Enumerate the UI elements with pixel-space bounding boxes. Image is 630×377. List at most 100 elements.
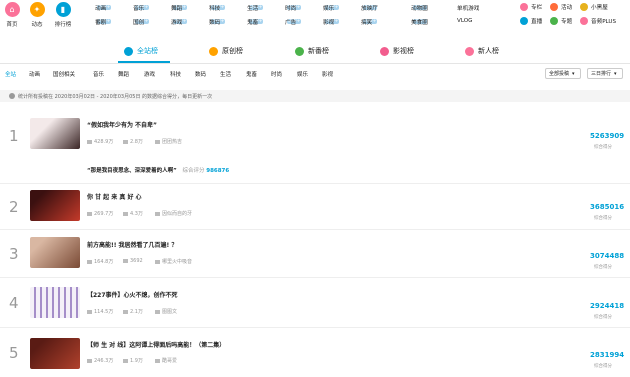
notice-text: 统计所有投稿在 2020年03月02日 - 2020年03月05日 的数据综合得… (18, 93, 213, 100)
video-title[interactable]: “假如我年少有为 不自卑” (87, 120, 157, 129)
score-value: 2831994 (590, 351, 625, 359)
category-filter-bar: 全站 动画 国创相关 音乐 舞蹈 游戏 科技 数码 生活 鬼畜 时尚 娱乐 影视… (0, 68, 630, 82)
nav-link-guochuang[interactable]: 国创 999+ (133, 18, 150, 26)
play-count-icon (87, 139, 92, 144)
nav-ranking[interactable]: ▮ 排行榜 (52, 2, 74, 28)
nav-link-ads[interactable]: 广告 999+ (285, 18, 302, 26)
video-thumbnail[interactable] (30, 118, 80, 149)
nav-link-fashion[interactable]: 时尚 999+ (285, 4, 302, 12)
score-value: 3074488 (590, 252, 625, 260)
link-column[interactable]: 专栏 (520, 3, 542, 11)
tab-original[interactable]: 原创榜 (209, 46, 243, 56)
cat-game[interactable]: 游戏 (144, 70, 155, 78)
chevron-down-icon: ▾ (572, 70, 575, 77)
uploader-icon (155, 309, 160, 314)
uploader-icon (155, 139, 160, 144)
author-link[interactable]: 哪里火中吸音 (155, 258, 192, 265)
cat-music[interactable]: 音乐 (93, 70, 104, 78)
nav-home[interactable]: ⌂ 首页 (1, 2, 23, 28)
link-activity[interactable]: 活动 (550, 3, 572, 11)
cat-guochuang[interactable]: 国创相关 (53, 70, 75, 78)
cat-movie[interactable]: 影视 (322, 70, 333, 78)
comment-icon (123, 139, 128, 144)
video-title[interactable]: 【227事件】心火不熄，创作不死 (87, 290, 178, 299)
tab-new-bangumi[interactable]: 新番榜 (295, 46, 329, 56)
nav-dynamic-label: 动态 (31, 22, 43, 28)
cat-digital[interactable]: 数码 (195, 70, 206, 78)
dynamic-icon: ✦ (29, 2, 45, 17)
cat-ent[interactable]: 娱乐 (297, 70, 308, 78)
video-thumbnail[interactable] (30, 338, 80, 369)
link-live[interactable]: 直播 (520, 17, 542, 25)
author-link[interactable]: 酷哥爱 (155, 357, 177, 364)
cat-kichiku[interactable]: 鬼畜 (246, 70, 257, 78)
comment-icon (123, 358, 128, 363)
cat-fashion[interactable]: 时尚 (271, 70, 282, 78)
cat-donghua[interactable]: 动画 (29, 70, 40, 78)
nav-dynamic[interactable]: ✦ 动态 (26, 2, 48, 28)
nav-link-digital[interactable]: 数码 999+ (209, 18, 226, 26)
video-title[interactable]: 前方高能!! 我居然看了几百遍! ？ (87, 240, 177, 249)
play-count-icon (87, 211, 92, 216)
submission-type-select[interactable]: 全部投稿 ▾ (545, 68, 581, 79)
chevron-down-icon: ▾ (614, 70, 617, 77)
author-link[interactable]: 团团热吉 (155, 138, 182, 145)
nav-link-movie[interactable]: 影视 999+ (323, 18, 340, 26)
tab-all-site[interactable]: 全站榜 (124, 46, 158, 56)
video-title[interactable]: 你 甘 起 来 真 好 心 (87, 192, 142, 201)
list-item[interactable]: 5 【师 生 对 线】这阿谭上得面后吗高能！（第二集） 246.3万 1.9万 … (0, 328, 630, 377)
blackroom-icon (580, 3, 588, 11)
nav-link-kichiku[interactable]: 鬼畜 999+ (247, 18, 264, 26)
list-item[interactable]: 2 你 甘 起 来 真 好 心 269.7万 4.3万 因似而自的牙 36850… (0, 184, 630, 230)
comment-icon (123, 309, 128, 314)
audio-icon (580, 17, 588, 25)
list-item[interactable]: 4 【227事件】心火不熄，创作不死 114.5万 2.1万 图图文 29244… (0, 278, 630, 328)
video-title[interactable]: 【师 生 对 线】这阿谭上得面后吗高能！（第二集） (87, 340, 225, 349)
video-thumbnail[interactable] (30, 190, 80, 221)
nav-link-animals[interactable]: 动物圈 999+ (411, 4, 428, 12)
link-audio-plus[interactable]: 音频PLUS (580, 17, 616, 25)
home-icon: ⌂ (4, 2, 20, 17)
nav-link-tech[interactable]: 科技 999+ (209, 4, 226, 12)
nav-link-funny[interactable]: 搞笑 999+ (361, 18, 378, 26)
tab-newbie[interactable]: 新人榜 (465, 46, 499, 56)
nav-link-cinema[interactable]: 放映厅 999+ (361, 4, 378, 12)
list-item[interactable]: 3 前方高能!! 我居然看了几百遍! ？ 164.8万 3692 哪里火中吸音 … (0, 230, 630, 278)
video-thumbnail[interactable] (30, 237, 80, 268)
rank-number: 2 (9, 198, 19, 216)
score-value: 2924418 (590, 302, 625, 310)
time-range-select[interactable]: 三日排行 ▾ (587, 68, 623, 79)
top-navigation: ⌂ 首页 ✦ 动态 ▮ 排行榜 动画 999+ 音乐 999+ 舞蹈 999+ 科技 9… (0, 0, 630, 35)
score-label: 综合得分 (594, 216, 612, 221)
related-item[interactable]: “那是我目夜思念、深深爱着的人啊” 综合评分 986876 (87, 166, 229, 174)
nav-link-game[interactable]: 游戏 999+ (171, 18, 188, 26)
nav-link-life[interactable]: 生活 999+ (247, 4, 264, 12)
nav-link-dance[interactable]: 舞蹈 999+ (171, 4, 188, 12)
cat-all[interactable]: 全站 (5, 70, 16, 78)
author-link[interactable]: 因似而自的牙 (155, 210, 192, 217)
nav-link-ent[interactable]: 娱乐 999+ (323, 4, 340, 12)
cat-life[interactable]: 生活 (220, 70, 231, 78)
author-link[interactable]: 图图文 (155, 308, 177, 315)
cat-tech[interactable]: 科技 (170, 70, 181, 78)
link-topic[interactable]: 专题 (550, 17, 572, 25)
link-blackroom[interactable]: 小黑屋 (580, 3, 608, 11)
film-icon (380, 46, 389, 56)
ranking-icon: ▮ (55, 2, 71, 17)
score-label: 综合得分 (594, 364, 612, 369)
nav-link-music[interactable]: 音乐 999+ (133, 4, 150, 12)
tab-film[interactable]: 影视榜 (380, 46, 414, 56)
rank-number: 4 (9, 294, 19, 312)
list-item[interactable]: 1 “假如我年少有为 不自卑” 428.9万 2.8万 团团热吉 5263909… (0, 106, 630, 184)
new-icon (295, 46, 304, 56)
score-label: 综合得分 (594, 315, 612, 320)
ranking-notice: 统计所有投稿在 2020年03月02日 - 2020年03月05日 的数据综合得… (0, 90, 630, 102)
comment-icon (123, 211, 128, 216)
rank-number: 3 (9, 245, 19, 263)
cat-dance[interactable]: 舞蹈 (118, 70, 129, 78)
video-thumbnail[interactable] (30, 287, 80, 318)
nav-link-donghua[interactable]: 动画 999+ (95, 4, 112, 12)
nav-link-bangumi[interactable]: 番剧 999+ (95, 18, 112, 26)
rank-number: 1 (9, 127, 19, 145)
nav-link-food[interactable]: 美食圈 999+ (411, 18, 428, 26)
